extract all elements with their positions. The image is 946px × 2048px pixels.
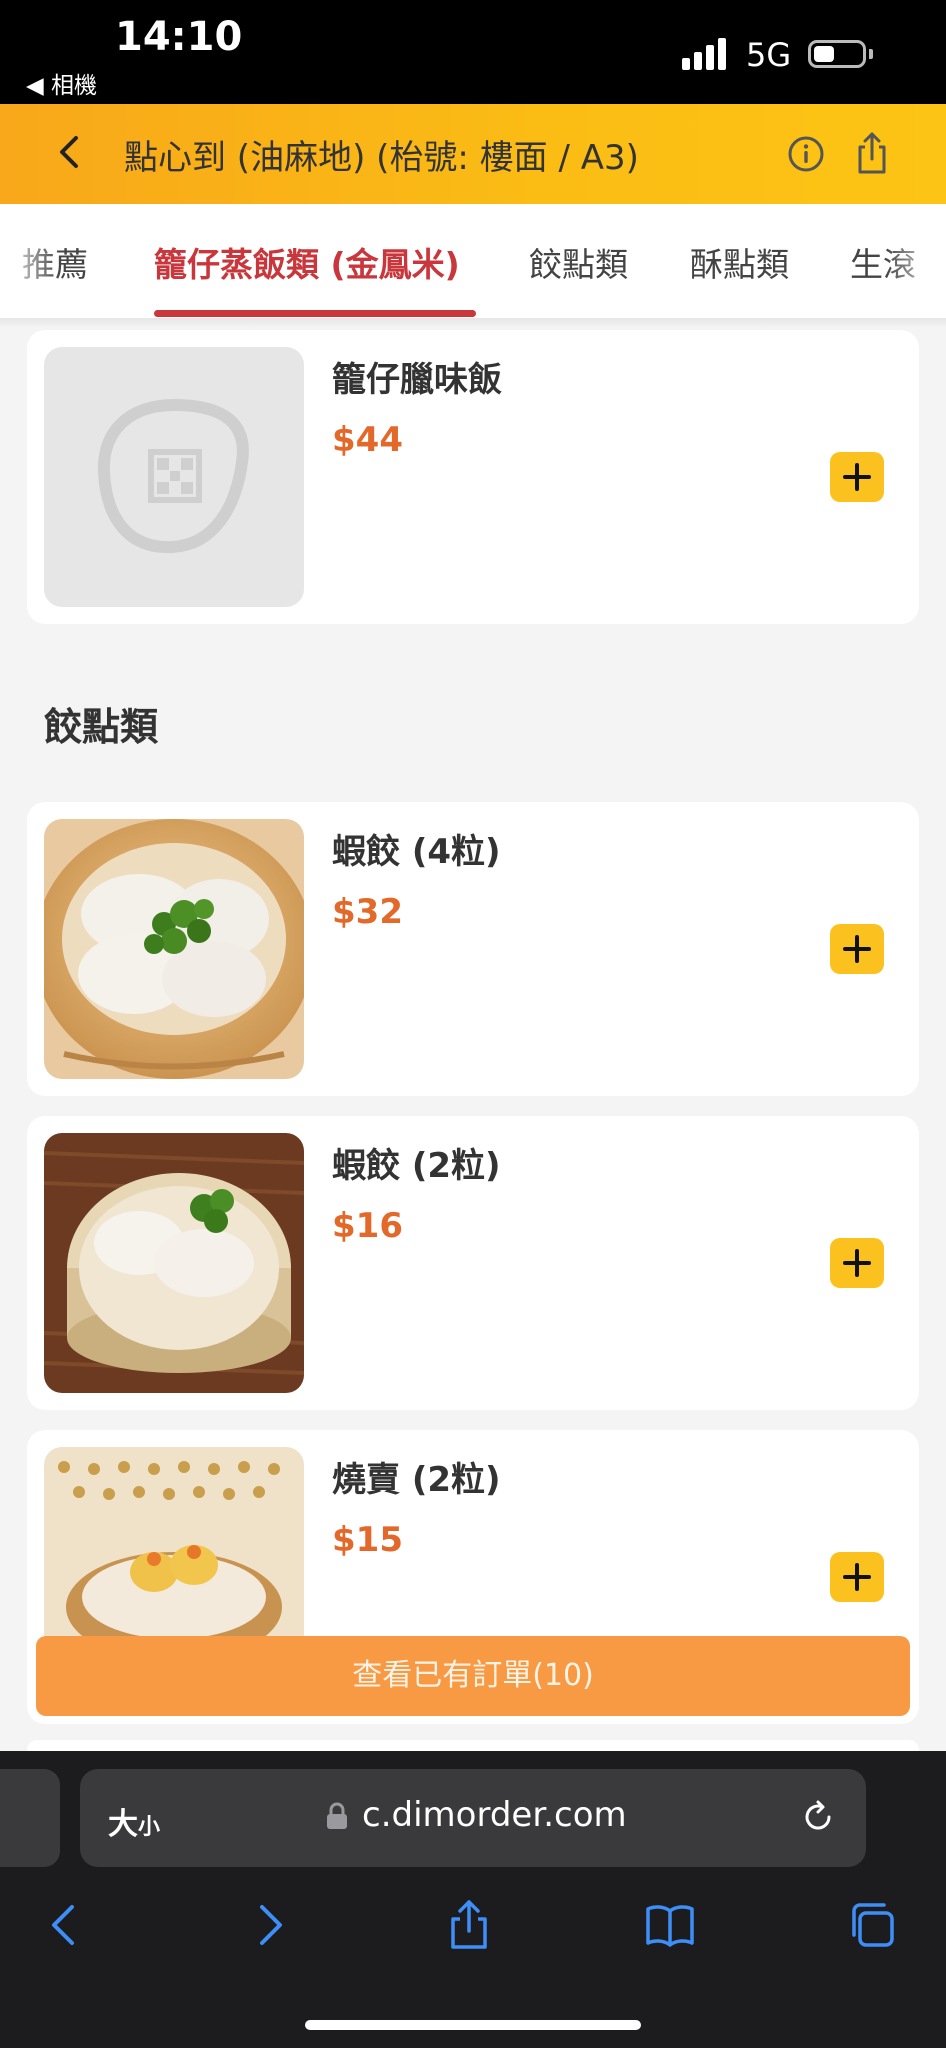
add-to-cart-button[interactable] <box>830 1238 884 1288</box>
menu-item-image <box>44 1133 304 1393</box>
text-size-small-label: 小 <box>138 1815 161 1840</box>
shrimp-dumpling-photo-icon <box>44 1133 304 1393</box>
category-tabs: 推薦 籠仔蒸飯類 (金鳳米) 餃點類 酥點類 生滾 <box>0 204 946 318</box>
view-orders-button[interactable]: 查看已有訂單(10) <box>36 1636 910 1716</box>
address-bar[interactable]: 大小 c.dimorder.com <box>80 1769 866 1867</box>
add-to-cart-button[interactable] <box>830 924 884 974</box>
app-header: 點心到 (油麻地) (枱號: 樓面 / A3) <box>0 104 946 204</box>
shrimp-dumpling-photo-icon <box>44 819 304 1079</box>
menu-item-card[interactable]: 蝦餃 (2粒) $16 <box>27 1116 919 1410</box>
browser-back-icon[interactable] <box>38 1899 90 1951</box>
reload-icon[interactable] <box>798 1797 838 1837</box>
back-arrow-icon[interactable] <box>50 132 90 172</box>
tab-fade-left <box>0 204 60 318</box>
tabs-overview-icon[interactable] <box>846 1899 898 1951</box>
home-indicator[interactable] <box>305 2020 641 2030</box>
menu-item-card[interactable]: 蝦餃 (4粒) $32 <box>27 802 919 1096</box>
cellular-signal-icon <box>682 36 732 70</box>
lock-icon <box>327 1802 347 1829</box>
menu-item-name: 燒賣 (2粒) <box>332 1460 501 1500</box>
add-to-cart-button[interactable] <box>830 452 884 502</box>
menu-item-name: 蝦餃 (4粒) <box>332 832 501 872</box>
placeholder-logo-icon <box>97 398 249 554</box>
network-type: 5G <box>746 36 792 74</box>
back-to-app-link[interactable]: ◀ 相機 <box>26 66 97 100</box>
menu-item-image <box>44 347 304 607</box>
info-icon[interactable] <box>786 134 826 174</box>
tab-dumplings[interactable]: 餃點類 <box>529 238 628 286</box>
active-tab-indicator <box>154 310 476 317</box>
menu-item-name: 籠仔臘味飯 <box>332 360 502 400</box>
text-size-button[interactable]: 大小 <box>108 1799 160 1843</box>
status-time: 14:10 <box>115 14 243 60</box>
battery-tip <box>869 49 873 59</box>
page-title: 點心到 (油麻地) (枱號: 樓面 / A3) <box>124 138 639 178</box>
browser-toolbar: 大小 c.dimorder.com <box>0 1751 946 2048</box>
browser-forward-icon[interactable] <box>244 1899 296 1951</box>
battery-icon <box>808 40 866 68</box>
menu-item-name: 蝦餃 (2粒) <box>332 1146 501 1186</box>
tab-fade-right <box>886 204 946 318</box>
menu-item-price: $16 <box>332 1206 403 1246</box>
share-icon[interactable] <box>852 130 892 176</box>
tab-pastries[interactable]: 酥點類 <box>690 238 789 286</box>
browser-share-icon[interactable] <box>443 1899 495 1951</box>
text-size-big-label: 大 <box>108 1807 138 1842</box>
status-bar: 14:10 ◀ 相機 5G <box>0 0 946 104</box>
menu-item-price: $32 <box>332 892 403 932</box>
add-to-cart-button[interactable] <box>830 1552 884 1602</box>
menu-item-image <box>44 819 304 1079</box>
url-text: c.dimorder.com <box>362 1795 627 1835</box>
tab-steamed-rice[interactable]: 籠仔蒸飯類 (金鳳米) <box>154 238 460 286</box>
bookmarks-icon[interactable] <box>644 1899 696 1951</box>
menu-item-price: $15 <box>332 1520 403 1560</box>
tabs-shadow <box>0 318 946 328</box>
menu-item-price: $44 <box>332 420 403 460</box>
previous-tab-peek[interactable] <box>0 1769 60 1867</box>
section-title: 餃點類 <box>44 705 159 749</box>
menu-item-card[interactable]: 籠仔臘味飯 $44 <box>27 330 919 624</box>
